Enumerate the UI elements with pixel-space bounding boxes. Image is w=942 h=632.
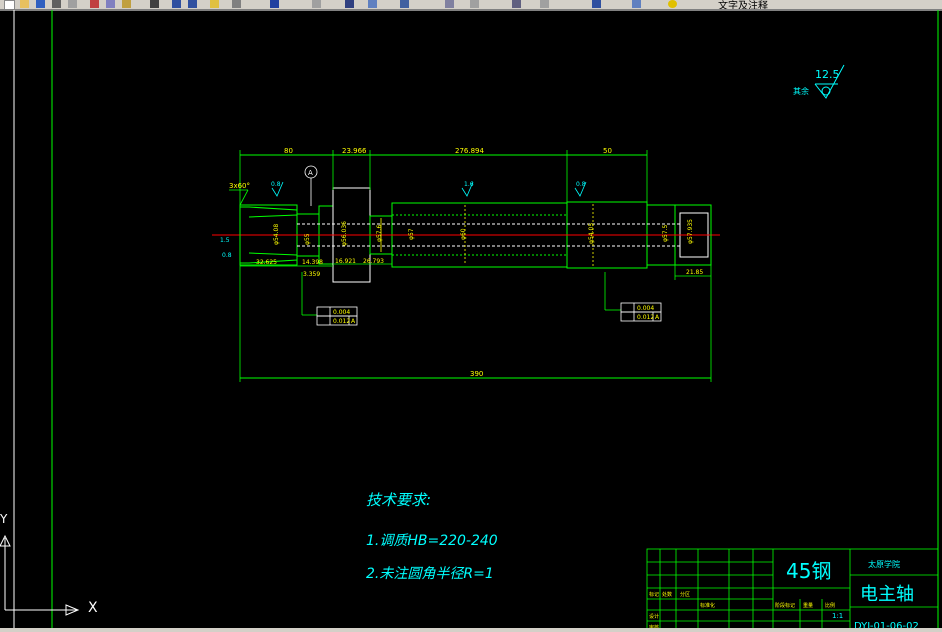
calc-icon[interactable] — [512, 0, 521, 8]
print-icon[interactable] — [52, 0, 61, 8]
dim-390: 390 — [470, 370, 483, 378]
copy-icon[interactable] — [106, 0, 115, 8]
tolerance-frame-left: 0.004 0.012 A — [301, 272, 358, 326]
svg-text:0.012: 0.012 — [637, 314, 654, 321]
tech-line1: 1.调质HB=220-240 — [366, 533, 498, 549]
layer-state-icon[interactable] — [632, 0, 641, 8]
svg-text:φ57.6: φ57.6 — [376, 225, 383, 243]
svg-text:φ55: φ55 — [304, 233, 311, 245]
svg-text:0.012: 0.012 — [333, 318, 350, 325]
svg-text:φ60: φ60 — [460, 228, 467, 240]
surface-roughness-symbol: 12.5 其余 — [793, 64, 845, 99]
layer-icon[interactable] — [592, 0, 601, 8]
ucs-y-label: Y — [0, 512, 8, 526]
svg-text:φ57.5: φ57.5 — [662, 225, 669, 243]
tool-palette-icon[interactable] — [400, 0, 409, 8]
svg-text:分区: 分区 — [680, 591, 690, 598]
ucs-icon — [0, 534, 80, 616]
ucs-x-label: X — [88, 600, 98, 616]
scale-text: 1:1 — [832, 612, 843, 620]
school-text: 太原学院 — [868, 559, 900, 569]
svg-text:φ54.05: φ54.05 — [588, 223, 595, 244]
dim-23966: 23.966 — [342, 147, 367, 155]
status-bar — [0, 628, 942, 632]
svg-text:1.6: 1.6 — [464, 181, 474, 188]
design-center-icon[interactable] — [368, 0, 377, 8]
svg-text:处数: 处数 — [662, 591, 672, 598]
roughness-label: 其余 — [793, 86, 809, 96]
open-icon[interactable] — [20, 0, 29, 8]
dim-80: 80 — [284, 147, 293, 155]
chamfer-label: 3x60° — [229, 182, 250, 190]
svg-text:标准化: 标准化 — [700, 602, 715, 609]
paste-icon[interactable] — [122, 0, 131, 8]
svg-text:重量: 重量 — [803, 602, 813, 609]
svg-text:A: A — [351, 318, 356, 325]
svg-text:14.398: 14.398 — [302, 259, 323, 266]
layer-dropdown[interactable]: 文字及注释 — [718, 0, 768, 9]
svg-text:φ56.036: φ56.036 — [341, 221, 348, 246]
redo-icon[interactable] — [188, 0, 197, 8]
svg-text:0.004: 0.004 — [637, 305, 654, 312]
svg-text:φ57.935: φ57.935 — [687, 219, 694, 244]
tech-requirements: 技术要求: 1.调质HB=220-240 2.未注圆角半径R=1 — [366, 491, 498, 582]
part-name-text: 电主轴 — [860, 584, 914, 605]
roughness-marks — [271, 181, 587, 197]
layer-prev-icon[interactable] — [668, 0, 677, 8]
markup-icon[interactable] — [470, 0, 479, 8]
zoom-icon[interactable] — [232, 0, 241, 8]
dim-276894: 276.894 — [455, 147, 484, 155]
svg-text:φ57: φ57 — [408, 228, 415, 240]
svg-text:设计: 设计 — [649, 613, 659, 620]
svg-text:A: A — [655, 314, 660, 321]
preview-icon[interactable] — [68, 0, 77, 8]
datum-a: A — [304, 165, 318, 206]
diameter-labels: φ54.08 φ55 φ56.036 φ57.6 φ57 φ60 φ54.05 … — [273, 219, 694, 246]
tech-title: 技术要求: — [366, 491, 431, 509]
cut-icon[interactable] — [90, 0, 99, 8]
tech-line2: 2.未注圆角半径R=1 — [366, 566, 494, 582]
zoom-prev-icon[interactable] — [312, 0, 321, 8]
svg-text:0.004: 0.004 — [333, 309, 350, 316]
dimension-top: 80 23.966 276.894 50 — [240, 147, 647, 156]
save-icon[interactable] — [36, 0, 45, 8]
svg-text:1.5: 1.5 — [220, 237, 230, 244]
svg-text:32.625: 32.625 — [256, 259, 277, 266]
dim-50: 50 — [603, 147, 612, 155]
drawing-canvas[interactable]: 12.5 其余 80 23.966 276.894 50 390 32.625 … — [0, 10, 942, 632]
new-icon[interactable] — [4, 0, 15, 9]
svg-text:0.8: 0.8 — [222, 252, 232, 259]
undo-icon[interactable] — [172, 0, 181, 8]
properties-icon[interactable] — [345, 0, 354, 8]
dimension-overall: 390 — [240, 370, 711, 379]
autocad-window: 文字及注释 12.5 其余 80 23.966 276.894 50 390 3… — [0, 0, 942, 632]
svg-text:φ54.08: φ54.08 — [273, 224, 280, 245]
match-icon[interactable] — [150, 0, 159, 8]
svg-text:21.85: 21.85 — [686, 269, 703, 276]
svg-text:3.359: 3.359 — [303, 271, 320, 278]
toolbar: 文字及注释 — [0, 0, 942, 10]
svg-text:0.8: 0.8 — [271, 181, 281, 188]
material-text: 45钢 — [786, 559, 831, 583]
svg-text:阶段标记: 阶段标记 — [775, 602, 795, 609]
svg-text:26.793: 26.793 — [363, 258, 384, 265]
svg-text:16.921: 16.921 — [335, 258, 356, 265]
pan-icon[interactable] — [210, 0, 219, 8]
help-icon[interactable] — [540, 0, 549, 8]
svg-text:比例: 比例 — [825, 602, 835, 609]
tolerance-frame-right: 0.004 0.012 A — [604, 272, 662, 322]
svg-text:A: A — [308, 169, 313, 177]
svg-text:标记: 标记 — [649, 591, 659, 598]
zoom-window-icon[interactable] — [270, 0, 279, 8]
svg-text:0.8: 0.8 — [576, 181, 586, 188]
sheet-set-icon[interactable] — [445, 0, 454, 8]
